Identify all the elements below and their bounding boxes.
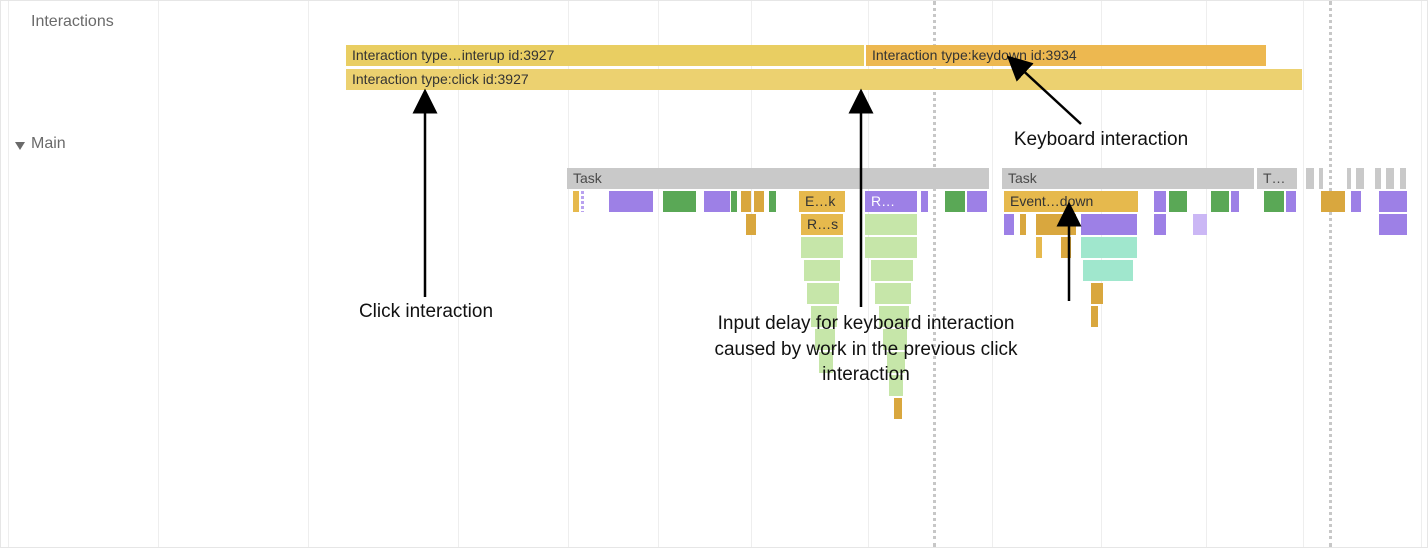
flame-bar[interactable] xyxy=(754,191,764,212)
disclosure-triangle-icon[interactable] xyxy=(15,139,25,149)
flame-bar[interactable]: E…k xyxy=(799,191,845,212)
flame-bar[interactable] xyxy=(804,260,840,281)
flame-bar[interactable] xyxy=(889,375,903,396)
task-bar[interactable]: Task xyxy=(567,168,989,189)
time-marker xyxy=(1329,1,1332,547)
flame-bar[interactable] xyxy=(581,191,584,212)
interaction-bar[interactable]: Interaction type:keydown id:3934 xyxy=(866,45,1266,66)
flame-bar[interactable] xyxy=(1081,237,1137,258)
flame-bar[interactable] xyxy=(921,191,928,212)
task-bar[interactable] xyxy=(1400,168,1406,189)
flame-bar[interactable] xyxy=(894,398,902,419)
flame-bar[interactable] xyxy=(1091,283,1103,304)
track-label-interactions[interactable]: Interactions xyxy=(15,13,114,31)
flame-bar[interactable] xyxy=(811,306,837,327)
track-label-text: Interactions xyxy=(31,13,114,30)
performance-timeline: Interactions Main Interaction type…inter… xyxy=(0,0,1428,548)
flame-bar[interactable] xyxy=(1154,191,1166,212)
flame-bar[interactable] xyxy=(769,191,776,212)
task-bar[interactable] xyxy=(1306,168,1314,189)
flame-bar[interactable] xyxy=(865,237,917,258)
flame-bar[interactable] xyxy=(1264,191,1284,212)
flame-bar[interactable] xyxy=(807,283,839,304)
flame-bar[interactable] xyxy=(801,237,843,258)
flame-bar[interactable] xyxy=(663,191,696,212)
task-bar[interactable]: T… xyxy=(1257,168,1297,189)
interaction-bar[interactable]: Interaction type…interup id:3927 xyxy=(346,45,864,66)
flame-bar[interactable] xyxy=(875,283,911,304)
flame-bar[interactable] xyxy=(1154,214,1166,235)
flame-bar[interactable] xyxy=(704,191,730,212)
flame-bar[interactable] xyxy=(1286,191,1296,212)
flame-bar[interactable] xyxy=(1004,214,1014,235)
flame-bar[interactable] xyxy=(967,191,987,212)
flame-bar[interactable] xyxy=(1231,191,1239,212)
flame-bar[interactable] xyxy=(1061,237,1071,258)
flame-bar[interactable] xyxy=(1091,306,1098,327)
track-label-text: Main xyxy=(31,135,66,152)
task-bar[interactable] xyxy=(1375,168,1381,189)
flame-bar[interactable] xyxy=(609,191,653,212)
task-bar[interactable] xyxy=(1347,168,1351,189)
flame-bar[interactable] xyxy=(1020,214,1026,235)
flame-bar[interactable] xyxy=(865,214,917,235)
task-bar[interactable] xyxy=(1386,168,1394,189)
flame-bar[interactable]: R… xyxy=(865,191,917,212)
flame-bar[interactable] xyxy=(1036,214,1076,235)
flame-bar[interactable] xyxy=(1169,191,1187,212)
flame-bar[interactable] xyxy=(746,214,756,235)
flame-bar[interactable]: Event…down xyxy=(1004,191,1138,212)
flame-bar[interactable] xyxy=(887,352,905,373)
flame-bar[interactable] xyxy=(1351,191,1361,212)
flame-bar[interactable] xyxy=(1211,191,1229,212)
flame-bar[interactable] xyxy=(1379,191,1407,212)
flame-bar[interactable] xyxy=(871,260,913,281)
track-label-main[interactable]: Main xyxy=(15,135,66,153)
flame-bar[interactable] xyxy=(879,306,909,327)
flame-bar[interactable] xyxy=(1193,214,1207,235)
flame-bar[interactable] xyxy=(883,329,907,350)
interaction-bar[interactable]: Interaction type:click id:3927 xyxy=(346,69,1302,90)
task-bar[interactable]: Task xyxy=(1002,168,1254,189)
flame-bar[interactable] xyxy=(945,191,965,212)
task-bar[interactable] xyxy=(1356,168,1364,189)
flame-bar[interactable] xyxy=(1036,237,1042,258)
flame-bar[interactable] xyxy=(1379,214,1407,235)
flame-bar[interactable] xyxy=(573,191,579,212)
flame-bar[interactable] xyxy=(731,191,737,212)
flame-bar[interactable] xyxy=(1321,191,1345,212)
flame-bar[interactable] xyxy=(1081,214,1137,235)
flame-bar[interactable] xyxy=(1083,260,1133,281)
flame-bar[interactable]: R…s xyxy=(801,214,843,235)
flame-bar[interactable] xyxy=(819,352,833,373)
flame-bar[interactable] xyxy=(741,191,751,212)
flame-bar[interactable] xyxy=(815,329,835,350)
task-bar[interactable] xyxy=(1319,168,1323,189)
